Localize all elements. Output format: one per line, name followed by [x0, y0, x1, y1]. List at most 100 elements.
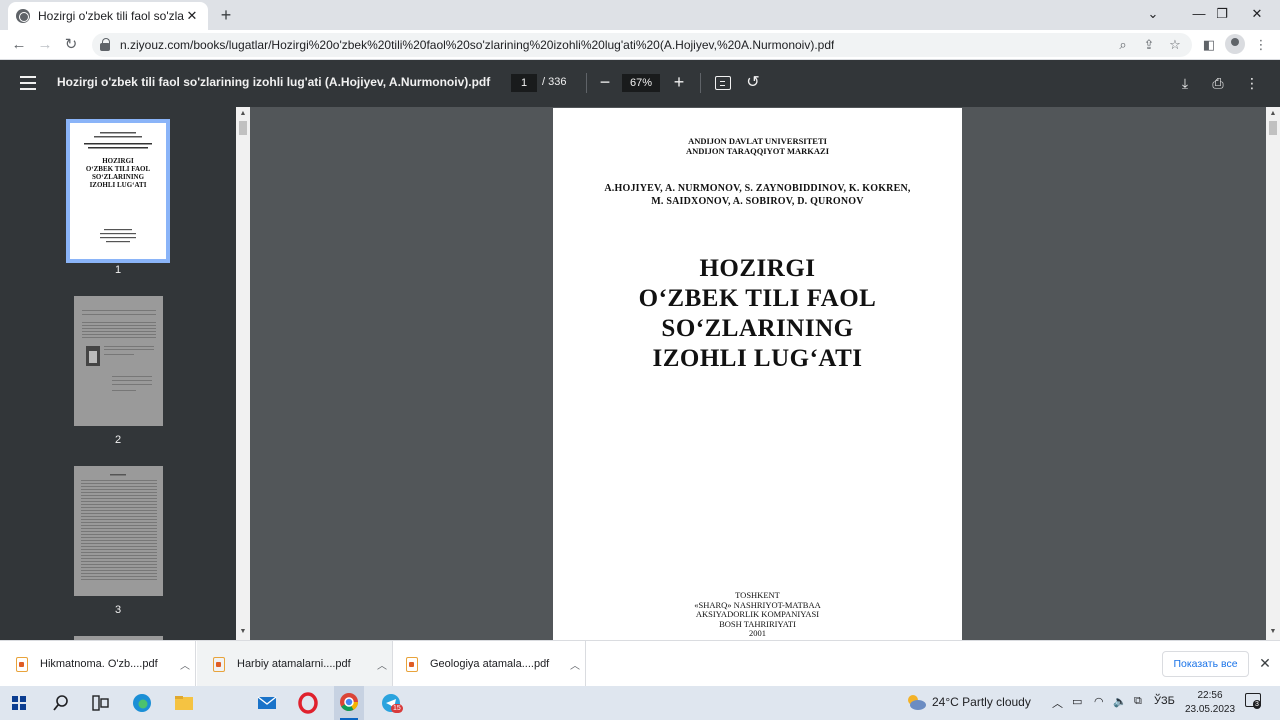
close-downloads-bar-icon[interactable]: ✕ — [1256, 653, 1274, 673]
zoom-in-button[interactable]: + — [670, 72, 688, 92]
chevron-up-icon[interactable]: ︿ — [565, 657, 585, 672]
pdf-file-icon — [406, 656, 418, 672]
download-filename: Geologiya atamala....pdf — [430, 658, 550, 670]
thumbnail-page-1[interactable]: HOZIRGI O‘ZBEK TILI FAOL SO‘ZLARINING IZ… — [66, 119, 170, 263]
pdf-canvas[interactable]: ANDIJON DAVLAT UNIVERSITETI ANDIJON TARA… — [250, 107, 1266, 640]
rotate-icon[interactable]: ↺ — [744, 73, 762, 93]
book-title: HOZIRGI O‘ZBEK TILI FAOL SO‘ZLARINING IZ… — [553, 254, 962, 374]
notification-tray-icon[interactable]: ⧉ — [1134, 695, 1142, 708]
search-icon[interactable] — [50, 692, 72, 714]
taskbar: 15 24°C Partly cloudy ︿ ▭ ◠ 🔈 ⧉ ЎЗБ 22:5… — [0, 686, 1280, 720]
thumbnail-title-line: SO‘ZLARINING — [91, 173, 145, 181]
page-total: / 336 — [542, 76, 567, 88]
volume-icon[interactable]: 🔈 — [1113, 695, 1127, 708]
mail-icon[interactable] — [256, 692, 278, 714]
book-title-line: HOZIRGI — [699, 255, 816, 282]
globe-icon — [16, 9, 30, 23]
download-item[interactable]: Harbiy atamalarni....pdf ︿ — [197, 641, 393, 687]
fit-to-page-icon[interactable] — [715, 76, 731, 90]
windows-start-icon[interactable] — [12, 696, 26, 710]
pdf-toolbar: Hozirgi o'zbek tili faol so'zlarining iz… — [0, 60, 1280, 107]
new-tab-button[interactable]: + — [216, 5, 236, 25]
book-title-line: IZOHLI LUG‘ATI — [652, 345, 863, 372]
thumbnail-page-3[interactable] — [74, 466, 163, 596]
bookmark-star-icon[interactable]: ☆ — [1164, 34, 1186, 56]
main-scrollbar[interactable]: ▲ ▼ — [1266, 107, 1280, 640]
thumbnail-label-1: 1 — [114, 264, 122, 276]
clock[interactable]: 22:56 23.05.2023 — [1180, 689, 1240, 717]
thumbnail-page-1-preview — [84, 132, 152, 243]
pdf-file-icon — [16, 656, 28, 672]
sidebar-scrollbar[interactable]: ▲ ▼ — [236, 107, 250, 640]
side-panel-icon[interactable]: ◧ — [1198, 34, 1220, 56]
forward-arrow-icon[interactable]: → — [34, 34, 56, 56]
tab-search-icon[interactable]: ⌄ — [1130, 0, 1176, 30]
address-bar[interactable]: n.ziyouz.com/books/lugatlar/Hozirgi%20o'… — [92, 33, 1192, 57]
weather-text[interactable]: 24°C Partly cloudy — [932, 695, 1031, 709]
weather-partly-cloudy-icon[interactable] — [904, 691, 926, 713]
zoom-input[interactable]: 67% — [622, 74, 660, 92]
scroll-down-arrow-icon[interactable]: ▼ — [1269, 628, 1277, 636]
scrollbar-thumb[interactable] — [239, 121, 247, 135]
close-tab-icon[interactable]: ✕ — [184, 8, 200, 24]
profile-avatar-icon[interactable] — [1225, 34, 1245, 54]
download-icon[interactable]: ⤓ — [1175, 73, 1195, 93]
close-window-button[interactable]: ✕ — [1234, 0, 1280, 30]
language-indicator[interactable]: ЎЗБ — [1154, 695, 1175, 707]
share-icon[interactable]: ⇪ — [1138, 34, 1160, 56]
book-title-line: SO‘ZLARINING — [661, 315, 854, 342]
scroll-up-arrow-icon[interactable]: ▲ — [239, 110, 247, 118]
battery-icon[interactable]: ▭ — [1072, 695, 1082, 708]
authors-line: M. SAIDXONOV, A. SOBIROV, D. QURONOV — [651, 196, 864, 207]
chevron-up-icon[interactable]: ︿ — [175, 657, 195, 672]
clock-time: 22:56 — [1197, 690, 1223, 701]
opera-browser-icon[interactable] — [297, 692, 319, 714]
browser-tab[interactable]: Hozirgi o'zbek tili faol so'zlarining ✕ — [8, 2, 208, 30]
lock-icon[interactable] — [100, 38, 110, 51]
download-filename: Harbiy atamalarni....pdf — [237, 658, 351, 670]
notification-count: 3 — [1253, 700, 1261, 709]
print-icon[interactable]: ⎙ — [1208, 73, 1228, 93]
thumbnail-page-2[interactable] — [74, 296, 163, 426]
scroll-up-arrow-icon[interactable]: ▲ — [1269, 110, 1277, 118]
reload-icon[interactable]: ↻ — [60, 34, 82, 56]
zoom-magnifier-icon[interactable]: ⌕ — [1112, 34, 1134, 56]
divider — [700, 73, 701, 93]
file-explorer-icon[interactable] — [173, 692, 195, 714]
download-item[interactable]: Hikmatnoma. O'zb....pdf ︿ — [0, 641, 196, 687]
clock-date: 23.05.2023 — [1184, 704, 1236, 715]
scroll-down-arrow-icon[interactable]: ▼ — [239, 628, 247, 636]
institution-line: ANDIJON TARAQQIYOT MARKAZI — [685, 146, 830, 156]
chrome-browser-icon — [340, 693, 358, 720]
url-text[interactable]: n.ziyouz.com/books/lugatlar/Hozirgi%20o'… — [120, 38, 834, 52]
show-all-downloads-button[interactable]: Показать все — [1162, 651, 1249, 677]
download-item[interactable]: Geologiya atamala....pdf ︿ — [390, 641, 586, 687]
more-actions-icon[interactable]: ⋮ — [1242, 73, 1262, 93]
book-title-line: O‘ZBEK TILI FAOL — [638, 285, 877, 312]
authors-block: A.HOJIYEV, A. NURMONOV, S. ZAYNOBIDDINOV… — [553, 182, 962, 208]
back-arrow-icon[interactable]: ← — [8, 34, 30, 56]
zoom-out-button[interactable]: − — [596, 72, 614, 92]
downloads-bar: Hikmatnoma. O'zb....pdf ︿ Harbiy atamala… — [0, 640, 1280, 687]
thumbnail-label-3: 3 — [114, 604, 122, 616]
menu-kebab-icon[interactable]: ⋮ — [1250, 34, 1272, 56]
scrollbar-thumb[interactable] — [1269, 121, 1277, 135]
telegram-app[interactable]: 15 — [380, 692, 403, 714]
authors-line: A.HOJIYEV, A. NURMONOV, S. ZAYNOBIDDINOV… — [604, 183, 911, 194]
action-center-icon[interactable]: 3 — [1245, 693, 1261, 709]
wifi-icon[interactable]: ◠ — [1094, 695, 1104, 708]
pdf-page-1: ANDIJON DAVLAT UNIVERSITETI ANDIJON TARA… — [553, 108, 962, 640]
menu-hamburger-icon[interactable] — [20, 76, 36, 90]
document-title: Hozirgi o'zbek tili faol so'zlarining iz… — [57, 75, 491, 89]
pdf-file-icon — [213, 656, 225, 672]
task-view-icon[interactable] — [89, 692, 111, 714]
publisher-block: TOSHKENT «SHARQ» NASHRIYOT-MATBAA AKSIYA… — [553, 590, 962, 639]
publisher-year: 2001 — [749, 628, 766, 638]
chrome-active-highlight[interactable] — [334, 686, 364, 720]
chevron-up-icon[interactable]: ︿ — [372, 657, 392, 672]
institution-block: ANDIJON DAVLAT UNIVERSITETI ANDIJON TARA… — [553, 136, 962, 156]
thumbnail-title-line: O‘ZBEK TILI FAOL — [85, 165, 151, 173]
page-number-input[interactable]: 1 — [511, 74, 537, 92]
show-hidden-icons-chevron-icon[interactable]: ︿ — [1052, 695, 1063, 711]
edge-browser-icon[interactable] — [131, 692, 153, 714]
